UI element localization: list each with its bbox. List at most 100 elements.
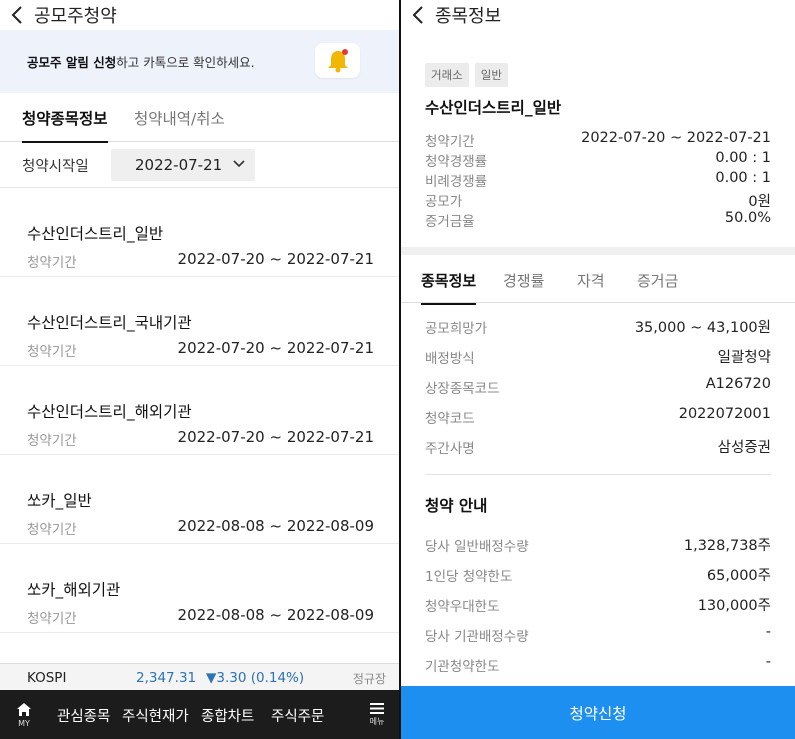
item-name: 수산인더스트리_일반 (27, 225, 164, 243)
menu-button[interactable]: 메뉴 (355, 690, 399, 739)
guide-row: 기관청약한도 - (425, 648, 771, 678)
item-name: 쏘카_일반 (27, 492, 92, 510)
guide-row: 당사 일반배정수량 1,328,738주 (425, 528, 771, 558)
item-period-label: 청약기간 (27, 433, 77, 449)
nav-fade (320, 690, 360, 739)
summary-label: 청약기간 (425, 134, 475, 150)
guide-row: 1인당 청약한도 65,000주 (425, 558, 771, 588)
tab-ipo-info[interactable]: 청약종목정보 (22, 107, 108, 143)
back-button[interactable] (0, 0, 34, 30)
list-item[interactable]: 수산인더스트리_일반 청약기간 2022-07-20 ~ 2022-07-21 (0, 188, 399, 277)
tag-chip: 일반 (474, 63, 508, 87)
guide-value: 65,000주 (706, 568, 771, 584)
date-select-value: 2022-07-21 (135, 156, 223, 174)
guide-label: 1인당 청약한도 (425, 569, 513, 585)
chevron-left-icon (11, 6, 22, 24)
nav-item-order[interactable]: 주식주문 (271, 705, 324, 726)
info-value: A126720 (705, 376, 771, 392)
item-period: 2022-07-20 ~ 2022-07-21 (177, 428, 374, 446)
tab-competition[interactable]: 경쟁률 (503, 270, 544, 303)
list-item[interactable]: 쏘카_해외기관 청약기간 2022-08-08 ~ 2022-08-09 (0, 544, 399, 633)
tag-chips: 거래소 일반 (425, 63, 508, 87)
list-item[interactable]: 수산인더스트리_해외기관 청약기간 2022-07-20 ~ 2022-07-2… (0, 366, 399, 455)
tab-deposit[interactable]: 증거금 (637, 270, 678, 303)
right-header: 종목정보 (401, 0, 795, 30)
page-title: 종목정보 (435, 6, 502, 27)
ticker-index: KOSPI (27, 670, 67, 686)
section-divider (401, 247, 795, 255)
summary-row: 청약경쟁률 0.00 : 1 (425, 148, 771, 170)
date-filter-row: 청약시작일 2022-07-21 (0, 142, 399, 188)
summary-value: 50.0% (724, 210, 771, 226)
home-icon (17, 702, 31, 716)
item-name: 수산인더스트리_국내기관 (27, 314, 192, 332)
alert-banner[interactable]: 공모주 알림 신청하고 카톡으로 확인하세요. (0, 30, 399, 93)
item-period: 2022-07-20 ~ 2022-07-21 (177, 339, 374, 357)
item-period-label: 청약기간 (27, 611, 77, 627)
back-button[interactable] (401, 0, 435, 30)
guide-value: - (765, 654, 771, 670)
info-row: 청약코드 2022072001 (425, 400, 771, 430)
stock-info-table: 공모희망가 35,000 ~ 43,100원 배정방식 일괄청약 상장종목코드 … (425, 310, 771, 460)
info-value: 일괄청약 (717, 350, 771, 366)
stock-name: 수산인더스트리_일반 (425, 99, 562, 117)
banner-bold-text: 공모주 알림 신청 (27, 55, 117, 70)
guide-title: 청약 안내 (425, 497, 488, 515)
info-label: 배정방식 (425, 351, 475, 367)
item-name: 쏘카_해외기관 (27, 581, 121, 599)
item-period-label: 청약기간 (27, 522, 77, 538)
summary-row: 비례경쟁률 0.00 : 1 (425, 168, 771, 190)
guide-label: 당사 일반배정수량 (425, 539, 529, 555)
ticker-change: ▼3.30 (0.14%) (206, 670, 305, 686)
summary-label: 증거금율 (425, 214, 475, 230)
item-name: 수산인더스트리_해외기관 (27, 403, 192, 421)
tab-stock-info[interactable]: 종목정보 (421, 270, 477, 305)
info-label: 청약코드 (425, 411, 475, 427)
left-header: 공모주청약 (0, 0, 399, 30)
guide-label: 당사 기관배정수량 (425, 629, 529, 645)
ticker-value: 2,347.31 (136, 670, 197, 686)
home-label: MY (18, 718, 30, 728)
guide-label: 기관청약한도 (425, 659, 500, 675)
info-value: 2022072001 (678, 406, 771, 422)
chevron-down-icon (233, 160, 245, 168)
summary-value: 0.00 : 1 (715, 170, 771, 186)
guide-row: 청약우대한도 130,000주 (425, 588, 771, 618)
item-period: 2022-08-08 ~ 2022-08-09 (177, 517, 374, 535)
banner-rest-text: 하고 카톡으로 확인하세요. (116, 55, 255, 70)
tag-chip: 거래소 (425, 63, 469, 87)
date-select[interactable]: 2022-07-21 (111, 149, 255, 181)
item-period: 2022-07-20 ~ 2022-07-21 (177, 250, 374, 268)
date-filter-label: 청약시작일 (22, 159, 89, 175)
summary-row: 청약기간 2022-07-20 ~ 2022-07-21 (425, 128, 771, 150)
item-period-label: 청약기간 (27, 344, 77, 360)
info-label: 상장종목코드 (425, 381, 500, 397)
ipo-detail-screen: 종목정보 거래소 일반 수산인더스트리_일반 청약기간 2022-07-20 ~… (401, 0, 795, 739)
info-value: 삼성증권 (717, 440, 771, 456)
nav-item-current-price[interactable]: 주식현재가 (122, 705, 189, 726)
info-label: 공모희망가 (425, 321, 488, 337)
detail-tabs: 종목정보 경쟁률 자격 증거금 (401, 255, 795, 305)
list-item[interactable]: 쏘카_일반 청약기간 2022-08-08 ~ 2022-08-09 (0, 455, 399, 544)
hamburger-icon (370, 703, 384, 714)
bottom-nav: MY 관심종목 주식현재가 종합차트 주식주문 메뉴 (0, 690, 399, 739)
summary-value: 2022-07-20 ~ 2022-07-21 (581, 130, 771, 146)
market-ticker[interactable]: KOSPI 2,347.31 ▼3.30 (0.14%) 정규장 (0, 663, 399, 690)
nav-item-chart[interactable]: 종합차트 (201, 705, 254, 726)
apply-button[interactable]: 청약신청 (401, 686, 795, 739)
summary-row: 공모가 0원 (425, 188, 771, 210)
tab-eligibility[interactable]: 자격 (577, 270, 605, 303)
item-period-label: 청약기간 (27, 255, 77, 271)
summary-value: 0.00 : 1 (715, 150, 771, 166)
tab-ipo-history[interactable]: 청약내역/취소 (134, 107, 225, 141)
info-row: 주간사명 삼성증권 (425, 430, 771, 460)
home-button[interactable]: MY (0, 690, 48, 739)
bell-icon-box[interactable] (315, 43, 360, 78)
info-label: 주간사명 (425, 441, 475, 457)
list-item[interactable]: 수산인더스트리_국내기관 청약기간 2022-07-20 ~ 2022-07-2… (0, 277, 399, 366)
info-row: 공모희망가 35,000 ~ 43,100원 (425, 310, 771, 340)
guide-table: 당사 일반배정수량 1,328,738주 1인당 청약한도 65,000주 청약… (425, 528, 771, 678)
summary-label: 청약경쟁률 (425, 154, 488, 170)
nav-item-watchlist[interactable]: 관심종목 (57, 705, 110, 726)
bell-icon (327, 48, 348, 72)
